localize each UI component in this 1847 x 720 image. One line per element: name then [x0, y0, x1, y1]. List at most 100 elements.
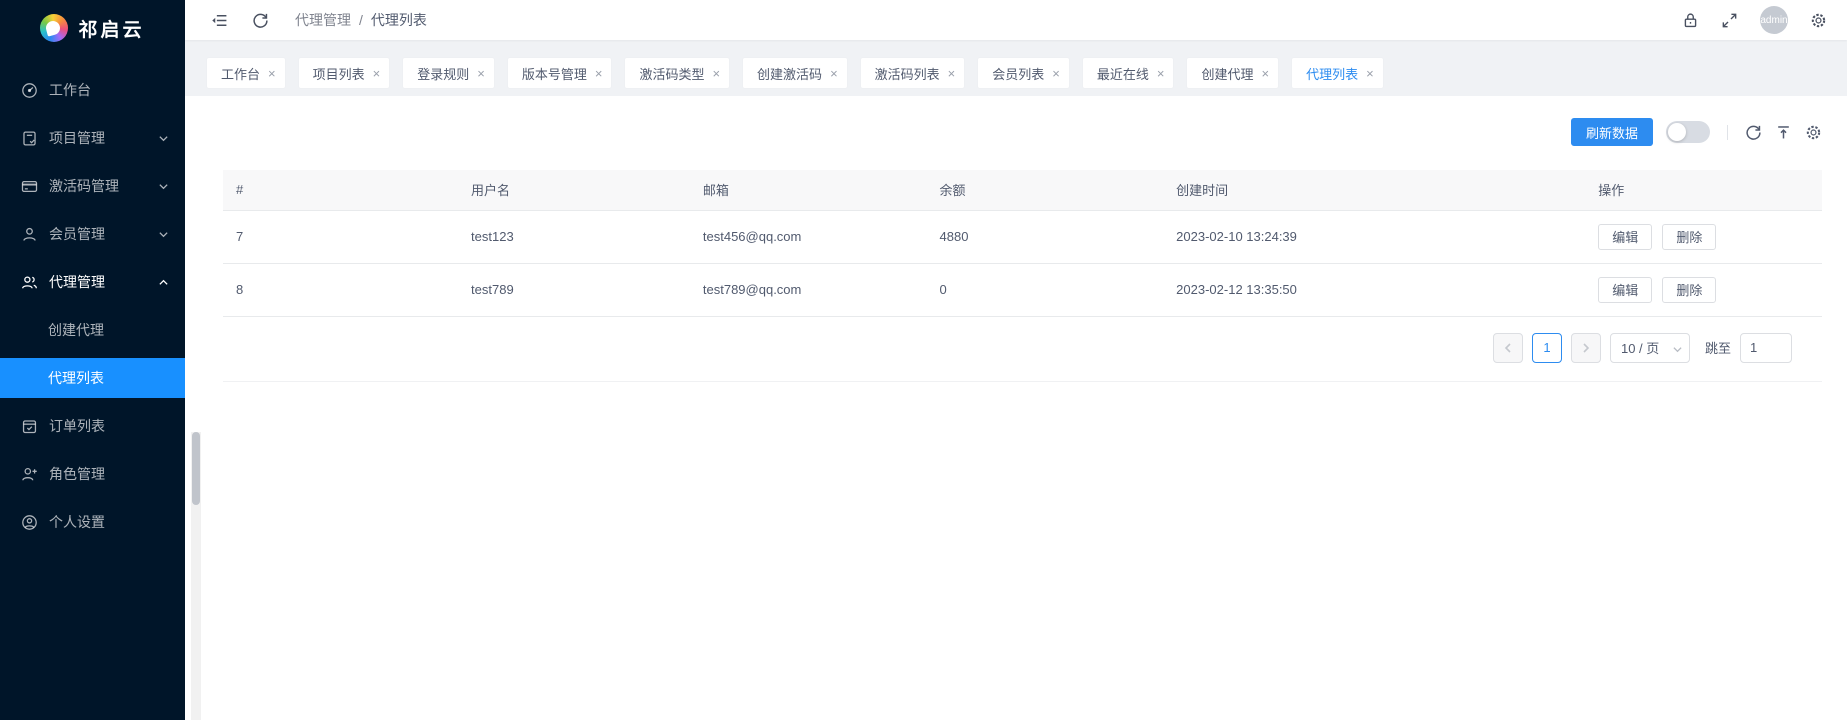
page-content: 刷新数据: [185, 96, 1847, 720]
column-header: 邮箱: [690, 170, 927, 210]
cell-balance: 4880: [927, 210, 1164, 263]
sidebar-item-projects[interactable]: 项目管理: [0, 118, 185, 158]
close-icon[interactable]: ×: [477, 67, 485, 80]
lock-icon[interactable]: [1682, 12, 1699, 29]
align-top-icon[interactable]: [1775, 124, 1792, 141]
dashboard-icon: [21, 82, 38, 99]
breadcrumb-section[interactable]: 代理管理: [295, 10, 351, 30]
prev-page-button[interactable]: [1493, 333, 1523, 363]
top-bar: 代理管理 / 代理列表 admin: [185, 0, 1847, 40]
brand-name: 祁启云: [78, 15, 144, 42]
page-size-value: 10 / 页: [1621, 338, 1659, 357]
sidebar-item-orders[interactable]: 订单列表: [0, 406, 185, 446]
jump-to-label: 跳至: [1705, 338, 1731, 357]
sidebar-item-label: 项目管理: [49, 128, 105, 148]
cell-email: test456@qq.com: [690, 210, 927, 263]
tab-激活码列表[interactable]: 激活码列表×: [860, 57, 966, 89]
close-icon[interactable]: ×: [1262, 67, 1270, 80]
sidebar-item-agent-list[interactable]: 代理列表: [0, 358, 185, 398]
sidebar-item-label: 创建代理: [48, 320, 104, 340]
table-row: 8test789test789@qq.com02023-02-12 13:35:…: [223, 263, 1822, 316]
sidebar-item-roles[interactable]: 角色管理: [0, 454, 185, 494]
scrollbar-track[interactable]: [191, 432, 201, 720]
chevron-right-icon: [1581, 343, 1591, 353]
close-icon[interactable]: ×: [830, 67, 838, 80]
close-icon[interactable]: ×: [595, 67, 603, 80]
page-number-button[interactable]: 1: [1532, 333, 1562, 363]
column-header: 创建时间: [1163, 170, 1585, 210]
close-icon[interactable]: ×: [1157, 67, 1165, 80]
scrollbar-thumb[interactable]: [192, 432, 200, 505]
tab-创建激活码[interactable]: 创建激活码×: [742, 57, 848, 89]
tab-创建代理[interactable]: 创建代理×: [1186, 57, 1279, 89]
tab-label: 项目列表: [313, 64, 365, 83]
tab-工作台[interactable]: 工作台×: [206, 57, 286, 89]
tab-代理列表[interactable]: 代理列表 ×: [1291, 57, 1384, 89]
column-header: 余额: [927, 170, 1164, 210]
toolbar-divider: [1727, 125, 1728, 140]
close-icon[interactable]: ×: [712, 67, 720, 80]
column-settings-gear-icon[interactable]: [1805, 124, 1822, 141]
sidebar-item-label: 代理管理: [49, 272, 105, 292]
chevron-up-icon: [158, 277, 169, 288]
close-icon[interactable]: ×: [373, 67, 381, 80]
refresh-data-button[interactable]: 刷新数据: [1571, 118, 1653, 146]
table-body: 7test123test456@qq.com48802023-02-10 13:…: [223, 210, 1822, 316]
profile-icon: [21, 514, 38, 531]
refresh-page-icon[interactable]: [252, 12, 269, 29]
sidebar-item-label: 激活码管理: [49, 176, 119, 196]
cell-created: 2023-02-10 13:24:39: [1163, 210, 1585, 263]
close-icon[interactable]: ×: [948, 67, 956, 80]
table-card: 刷新数据: [223, 118, 1822, 382]
avatar[interactable]: admin: [1760, 6, 1788, 34]
chevron-left-icon: [1503, 343, 1513, 353]
sidebar-item-workbench[interactable]: 工作台: [0, 70, 185, 110]
sidebar: 祁启云 工作台项目管理激活码管理会员管理代理管理创建代理代理列表订单列表角色管理…: [0, 0, 185, 720]
sidebar-item-label: 个人设置: [49, 512, 105, 532]
settings-gear-icon[interactable]: [1810, 12, 1827, 29]
sidebar-item-activation-codes[interactable]: 激活码管理: [0, 166, 185, 206]
role-icon: [21, 466, 38, 483]
sidebar-item-agents[interactable]: 代理管理: [0, 262, 185, 302]
table-row: 7test123test456@qq.com48802023-02-10 13:…: [223, 210, 1822, 263]
close-icon[interactable]: ×: [1052, 67, 1060, 80]
tab-项目列表[interactable]: 项目列表 ×: [298, 57, 391, 89]
cell-created: 2023-02-12 13:35:50: [1163, 263, 1585, 316]
tab-会员列表[interactable]: 会员列表×: [977, 57, 1070, 89]
tab-label: 最近在线: [1097, 64, 1149, 83]
sidebar-item-label: 工作台: [49, 80, 91, 100]
project-icon: [21, 130, 38, 147]
close-icon[interactable]: ×: [268, 67, 276, 80]
app: 祁启云 工作台项目管理激活码管理会员管理代理管理创建代理代理列表订单列表角色管理…: [0, 0, 1847, 720]
tab-label: 代理列表: [1306, 64, 1358, 83]
sidebar-item-label: 代理列表: [48, 368, 104, 388]
sidebar-item-label: 角色管理: [49, 464, 105, 484]
sidebar-item-members[interactable]: 会员管理: [0, 214, 185, 254]
table-toolbar: 刷新数据: [223, 118, 1822, 146]
breadcrumb: 代理管理 / 代理列表: [295, 10, 427, 30]
cell-username: test123: [458, 210, 690, 263]
edit-button[interactable]: 编辑: [1598, 224, 1652, 250]
delete-button[interactable]: 删除: [1662, 224, 1716, 250]
tab-激活码类型[interactable]: 激活码类型×: [624, 57, 730, 89]
sidebar-item-profile[interactable]: 个人设置: [0, 502, 185, 542]
close-icon[interactable]: ×: [1366, 67, 1374, 80]
fullscreen-icon[interactable]: [1721, 12, 1738, 29]
column-header: 操作: [1585, 170, 1822, 210]
brand-logo-icon: [40, 14, 68, 42]
menu-fold-icon[interactable]: [211, 12, 228, 29]
next-page-button[interactable]: [1571, 333, 1601, 363]
tab-登录规则[interactable]: 登录规则×: [402, 57, 495, 89]
page-size-select[interactable]: 10 / 页: [1610, 333, 1690, 363]
edit-button[interactable]: 编辑: [1598, 277, 1652, 303]
breadcrumb-current: 代理列表: [371, 10, 427, 30]
stripe-toggle[interactable]: [1666, 121, 1710, 143]
jump-to-input[interactable]: [1740, 333, 1792, 363]
sidebar-item-create-agent[interactable]: 创建代理: [0, 310, 185, 350]
column-header: #: [223, 170, 458, 210]
tab-最近在线[interactable]: 最近在线 ×: [1082, 57, 1175, 89]
delete-button[interactable]: 删除: [1662, 277, 1716, 303]
cell-balance: 0: [927, 263, 1164, 316]
reload-table-icon[interactable]: [1745, 124, 1762, 141]
tab-版本号管理[interactable]: 版本号管理×: [507, 57, 613, 89]
